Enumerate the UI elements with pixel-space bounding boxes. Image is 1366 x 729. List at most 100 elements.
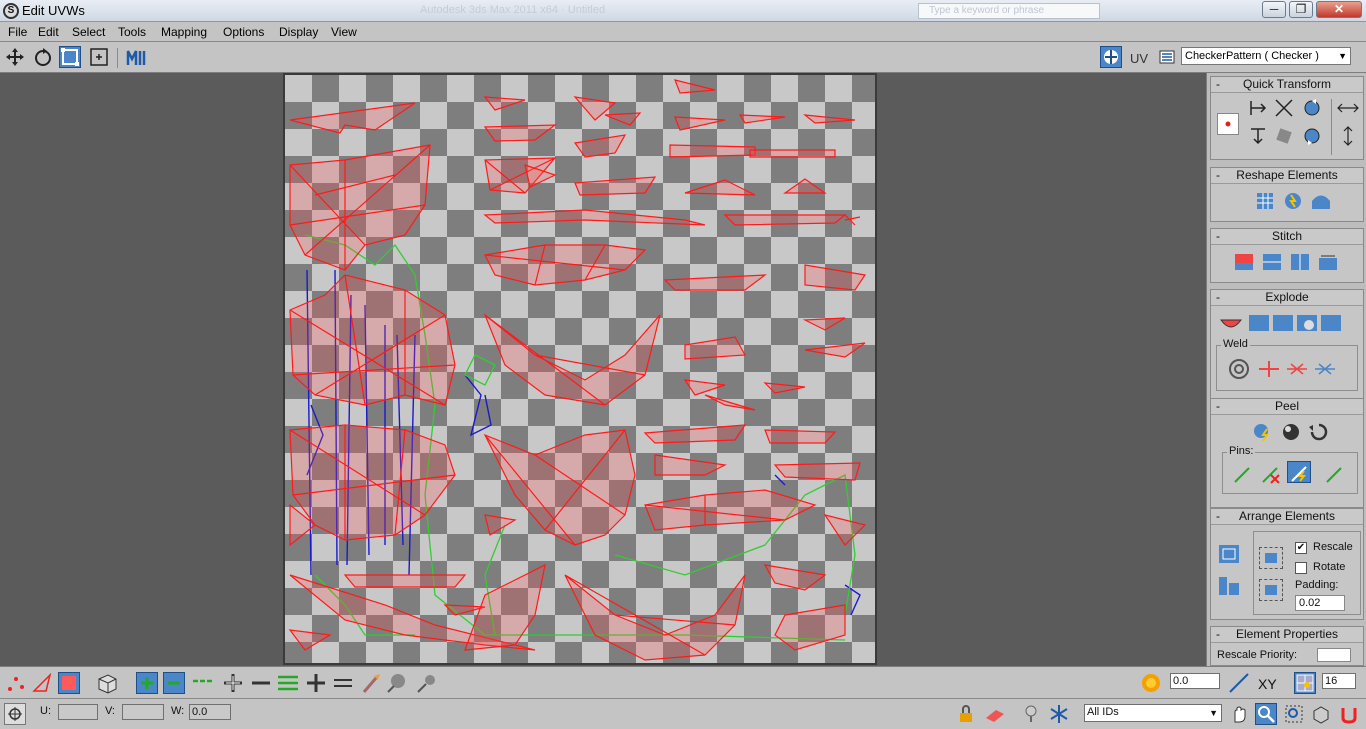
soft-selection-icon[interactable] [1140, 672, 1162, 694]
zoom-extents-icon[interactable] [1310, 703, 1332, 725]
loop-icon[interactable] [192, 672, 214, 694]
pack-recenter-icon[interactable] [1259, 579, 1283, 601]
auto-pin-icon[interactable] [1287, 461, 1311, 483]
rescale-priority-spinner[interactable] [1317, 648, 1351, 662]
close-button[interactable]: ✕ [1316, 1, 1362, 18]
menu-view[interactable]: View [331, 25, 357, 39]
break-icon[interactable] [1219, 312, 1243, 334]
rollout-header[interactable]: - Explode [1211, 290, 1363, 306]
paint-select-icon[interactable] [360, 672, 382, 694]
lock-icon[interactable] [955, 703, 977, 725]
snap-grid-icon[interactable] [1294, 672, 1316, 694]
polygon-select-icon[interactable] [58, 672, 80, 694]
reset-peel-icon[interactable] [1307, 421, 1331, 443]
uv-checker-canvas[interactable] [283, 73, 877, 665]
app-icon[interactable]: S [3, 3, 19, 19]
freeze-icon[interactable] [1048, 703, 1070, 725]
rotate-ccw-icon[interactable] [1301, 125, 1325, 147]
pin-icon[interactable] [1231, 463, 1255, 485]
padding-spinner[interactable]: 0.02 [1295, 595, 1345, 611]
ring-icon[interactable] [276, 672, 298, 694]
flatten-by-material-icon[interactable] [1271, 312, 1295, 334]
menu-mapping[interactable]: Mapping [161, 25, 207, 39]
stitch-custom-icon[interactable] [1233, 251, 1257, 273]
align-horizontal-icon[interactable] [1247, 97, 1271, 119]
paint-size-down-icon[interactable] [416, 672, 438, 694]
menu-display[interactable]: Display [279, 25, 318, 39]
zoom-region-icon[interactable] [1283, 703, 1305, 725]
u-input[interactable] [58, 704, 98, 720]
vertex-select-icon[interactable] [5, 672, 27, 694]
rollout-header[interactable]: - Stitch [1211, 229, 1363, 245]
snap-toggle-icon[interactable] [1338, 703, 1360, 725]
select-pins-icon[interactable] [1323, 463, 1347, 485]
xy-toggle[interactable]: XY [1258, 676, 1277, 692]
align-vertical-icon[interactable] [1247, 125, 1271, 147]
uv-label[interactable]: UV [1130, 51, 1148, 66]
pack-together-icon[interactable] [1217, 575, 1241, 597]
shrink-ring-icon[interactable] [332, 672, 354, 694]
rollout-header[interactable]: - Quick Transform [1211, 77, 1363, 93]
stitch-average-icon[interactable] [1289, 251, 1313, 273]
flatten-by-smoothing-icon[interactable] [1247, 312, 1271, 334]
edge-select-icon[interactable] [31, 672, 53, 694]
menu-edit[interactable]: Edit [38, 25, 59, 39]
uv-viewport[interactable] [0, 73, 1206, 666]
pack-custom-icon[interactable] [1259, 547, 1283, 569]
w-input[interactable]: 0.0 [189, 704, 231, 720]
search-input[interactable]: Type a keyword or phrase [918, 3, 1100, 19]
rotate-cw-icon[interactable] [1301, 97, 1325, 119]
weld-all-icon[interactable] [1313, 358, 1337, 380]
flatten-by-polygon-icon[interactable] [1295, 312, 1319, 334]
filter-icon[interactable] [1020, 703, 1042, 725]
flatten-icon[interactable] [1319, 312, 1343, 334]
material-id-dropdown[interactable]: All IDs ▼ [1084, 704, 1222, 722]
peel-quick-icon[interactable] [1251, 421, 1275, 443]
hide-icon[interactable] [984, 703, 1006, 725]
shrink-selection-icon[interactable] [163, 672, 185, 694]
rollout-header[interactable]: - Peel [1211, 399, 1363, 415]
pack-normalize-icon[interactable] [1217, 543, 1241, 565]
menu-select[interactable]: Select [72, 25, 105, 39]
menu-options[interactable]: Options [223, 25, 264, 39]
peel-mode-icon[interactable] [1279, 421, 1303, 443]
space-horizontal-icon[interactable] [1336, 97, 1360, 119]
rollout-header[interactable]: - Element Properties [1211, 627, 1363, 643]
minimize-button[interactable]: ─ [1262, 1, 1286, 18]
freeform-icon[interactable] [88, 46, 110, 68]
rollout-header[interactable]: - Reshape Elements [1211, 168, 1363, 184]
menu-file[interactable]: File [8, 25, 27, 39]
list-icon[interactable] [1156, 46, 1178, 68]
uv-wireframe[interactable] [285, 75, 875, 663]
rotate-icon[interactable] [32, 46, 54, 68]
maximize-button[interactable]: ❐ [1289, 1, 1313, 18]
weld-threshold-icon[interactable] [1285, 358, 1309, 380]
rotate-checkbox[interactable] [1295, 562, 1307, 574]
space-vertical-icon[interactable] [1336, 125, 1360, 147]
grid-straighten-icon[interactable] [1253, 190, 1277, 212]
edge-distance-icon[interactable] [1228, 672, 1250, 694]
grid-size-input[interactable]: 16 [1322, 673, 1356, 689]
element-select-icon[interactable] [96, 672, 118, 694]
align-diagonal-icon[interactable] [1273, 97, 1297, 119]
relax-icon[interactable] [1281, 190, 1305, 212]
menu-tools[interactable]: Tools [118, 25, 146, 39]
zoom-icon[interactable] [1255, 703, 1277, 725]
arc-icon[interactable] [1309, 190, 1333, 212]
straighten-icon[interactable] [1273, 125, 1297, 147]
absolute-offset-icon[interactable] [4, 703, 26, 725]
unpin-icon[interactable] [1259, 463, 1283, 485]
grow-loop-icon[interactable] [222, 672, 244, 694]
pivot-icon[interactable] [1217, 113, 1239, 135]
paint-size-up-icon[interactable] [386, 672, 408, 694]
move-icon[interactable] [4, 46, 26, 68]
weld-selected-icon[interactable] [1257, 358, 1281, 380]
pan-icon[interactable] [1228, 703, 1250, 725]
grow-selection-icon[interactable] [136, 672, 158, 694]
weld-target-icon[interactable] [1227, 358, 1251, 380]
grow-ring-icon[interactable] [305, 672, 327, 694]
stitch-target-icon[interactable] [1317, 251, 1341, 273]
stitch-to-source-icon[interactable] [1261, 251, 1285, 273]
show-map-icon[interactable] [1100, 46, 1122, 68]
rescale-checkbox[interactable]: ✔ [1295, 542, 1307, 554]
